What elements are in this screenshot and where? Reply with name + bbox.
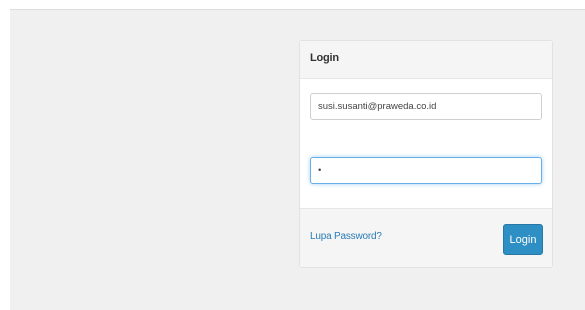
login-panel-title: Login xyxy=(310,52,339,64)
email-field[interactable] xyxy=(310,93,542,120)
login-panel-header: Login xyxy=(300,41,552,79)
forgot-password-link[interactable]: Lupa Password? xyxy=(310,231,382,242)
login-button[interactable]: Login xyxy=(503,224,543,255)
password-field[interactable] xyxy=(310,157,542,184)
login-panel-footer: Lupa Password? Login xyxy=(300,208,552,267)
login-panel: Login Lupa Password? Login xyxy=(299,40,553,268)
